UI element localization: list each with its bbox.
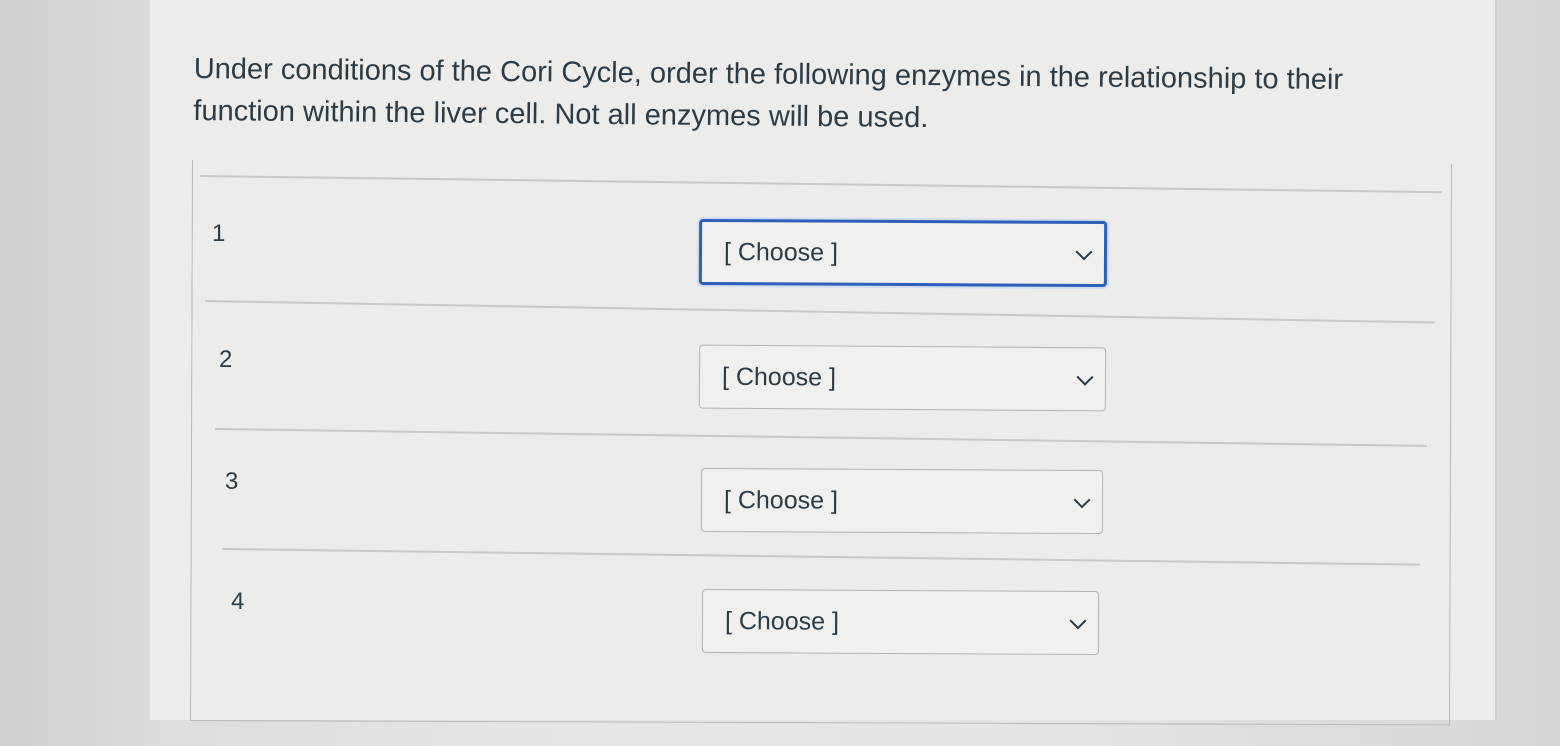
- answer-select-3[interactable]: [ Choose ]: [700, 467, 1104, 535]
- chevron-down-icon: [1075, 243, 1093, 261]
- row-number: 2: [219, 346, 233, 373]
- select-value: [ Choose ]: [723, 485, 839, 515]
- chevron-down-icon: [1076, 368, 1094, 386]
- select-value: [ Choose ]: [721, 362, 837, 392]
- select-value: [ Choose ]: [724, 606, 840, 636]
- row-number: 4: [231, 588, 245, 615]
- page: Under conditions of the Cori Cycle, orde…: [0, 0, 1560, 746]
- select-value: [ Choose ]: [723, 237, 839, 267]
- answer-select-2[interactable]: [ Choose ]: [698, 344, 1107, 412]
- chevron-down-icon: [1073, 491, 1091, 509]
- answer-select-4[interactable]: [ Choose ]: [701, 588, 1100, 656]
- answer-select-1[interactable]: [ Choose ]: [698, 218, 1108, 288]
- question-prompt: Under conditions of the Cori Cycle, orde…: [193, 52, 1344, 135]
- chevron-down-icon: [1069, 612, 1087, 630]
- row-number: 3: [225, 468, 239, 495]
- row-number: 1: [212, 220, 226, 247]
